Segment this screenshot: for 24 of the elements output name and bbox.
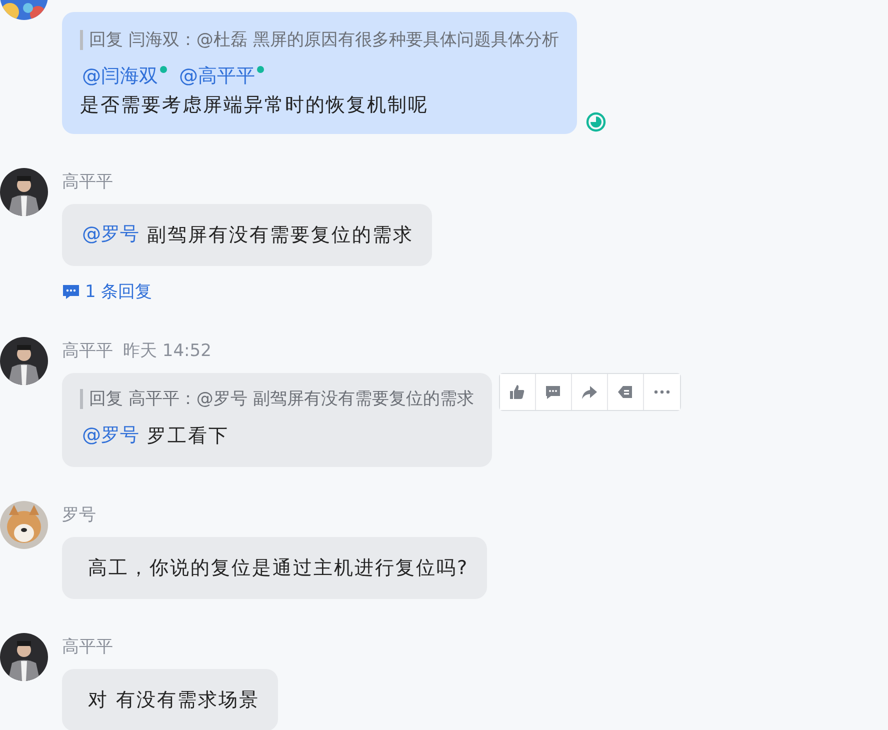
sender-name: 高平平 [62,340,113,362]
message-text: 罗工看下 [147,424,229,449]
quoted-reply: 回复 高平平：@罗号 副驾屏有没有需要复位的需求 [80,389,474,409]
more-icon [654,390,670,394]
mention-link[interactable]: @罗号 [82,220,139,248]
sender-name: 罗号 [62,504,96,526]
mention-link[interactable]: @闫海双 [82,62,158,90]
share-icon [580,383,598,401]
sender-name: 高平平 [62,171,113,193]
timestamp: 昨天 14:52 [123,340,212,362]
mention-link[interactable]: @高平平 [179,62,255,90]
message-text: 对 有没有需求场景 [88,688,260,713]
mention-link[interactable]: @罗号 [82,421,139,449]
replies-link[interactable]: 1 条回复 [85,280,152,303]
message-text: 是否需要考虑屏端异常时的恢复机制呢 [80,93,430,118]
reply-icon [616,383,634,401]
comment-icon [544,383,562,401]
message-text: 副驾屏有没有需要复位的需求 [147,223,414,248]
quoted-reply: 回复 闫海双：@杜磊 黑屏的原因有很多种要具体问题具体分析 [80,30,559,50]
message-text: 高工，你说的复位是通过主机进行复位吗? [88,556,469,581]
like-icon [508,383,526,401]
like-button[interactable] [500,374,536,410]
sender-name: 高平平 [62,636,113,658]
replies-icon [62,282,80,300]
